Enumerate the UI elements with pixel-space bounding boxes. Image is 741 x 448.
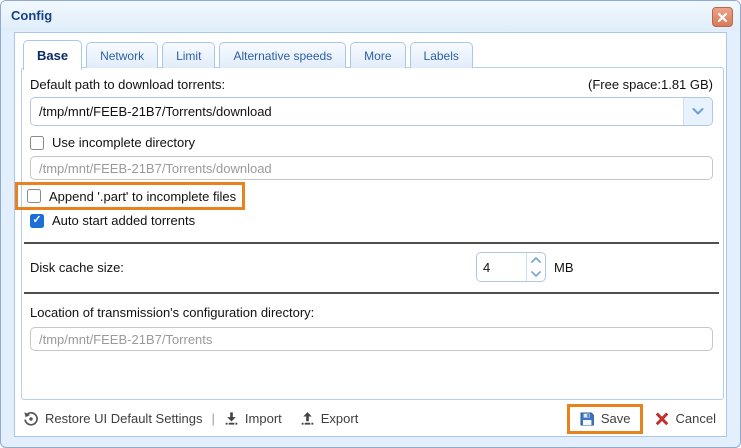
save-highlight-box: Save [567,404,643,434]
append-part-checkbox[interactable] [27,189,41,203]
export-button[interactable]: Export [300,411,359,426]
use-incomplete-row: Use incomplete directory [30,135,195,150]
tab-alternative-speeds[interactable]: Alternative speeds [219,42,346,68]
tab-labels[interactable]: Labels [410,42,473,68]
export-label: Export [321,411,359,426]
save-icon [579,411,595,427]
import-button[interactable]: Import [224,411,282,426]
import-label: Import [245,411,282,426]
tab-strip: Base Network Limit Alternative speeds Mo… [23,40,473,68]
default-path-input[interactable] [31,98,683,125]
chevron-down-icon[interactable] [683,98,712,125]
restore-defaults-label: Restore UI Default Settings [45,411,203,426]
tab-limit[interactable]: Limit [162,42,215,68]
config-dir-input[interactable] [30,327,713,351]
config-dialog: Config Base Network Limit Alternative sp… [0,0,741,448]
footer-separator: | [212,411,215,426]
append-part-row: Append '.part' to incomplete files [27,189,236,204]
config-dir-label: Location of transmission's configuration… [30,305,314,320]
cancel-button[interactable]: Cancel [654,411,716,427]
export-icon [300,411,315,426]
tab-base[interactable]: Base [23,40,82,70]
dialog-title: Config [11,8,52,23]
import-icon [224,411,239,426]
disk-cache-spinner [476,252,546,282]
append-part-label: Append '.part' to incomplete files [49,189,236,204]
tab-network[interactable]: Network [86,42,158,68]
auto-start-row: Auto start added torrents [30,213,195,228]
spinner-up-icon[interactable] [527,253,545,267]
free-space-label: (Free space:1.81 GB) [588,77,713,92]
spinner-down-icon[interactable] [527,267,545,281]
save-label: Save [601,411,631,426]
tab-more[interactable]: More [350,42,405,68]
divider [24,242,719,244]
auto-start-checkbox[interactable] [30,214,44,228]
restore-defaults-button[interactable]: Restore UI Default Settings [23,411,203,427]
close-icon[interactable] [712,7,733,27]
footer-toolbar: Restore UI Default Settings | Import Exp… [23,401,718,436]
incomplete-path-input[interactable] [30,156,713,180]
default-path-label: Default path to download torrents: [30,77,225,92]
dialog-body-panel: Base Network Limit Alternative speeds Mo… [14,32,727,437]
use-incomplete-label: Use incomplete directory [52,135,195,150]
append-part-highlight-box: Append '.part' to incomplete files [15,182,245,210]
restore-icon [23,411,39,427]
auto-start-label: Auto start added torrents [52,213,195,228]
cancel-label: Cancel [676,411,716,426]
disk-cache-unit: MB [554,260,574,275]
disk-cache-input[interactable] [477,253,526,281]
dialog-titlebar: Config [1,1,740,31]
disk-cache-label: Disk cache size: [30,260,124,275]
divider [24,292,719,294]
save-button[interactable]: Save [579,411,631,427]
use-incomplete-checkbox[interactable] [30,136,44,150]
cancel-x-icon [654,411,670,427]
base-tab-panel: Default path to download torrents: (Free… [21,67,724,400]
default-path-combobox [30,97,713,126]
